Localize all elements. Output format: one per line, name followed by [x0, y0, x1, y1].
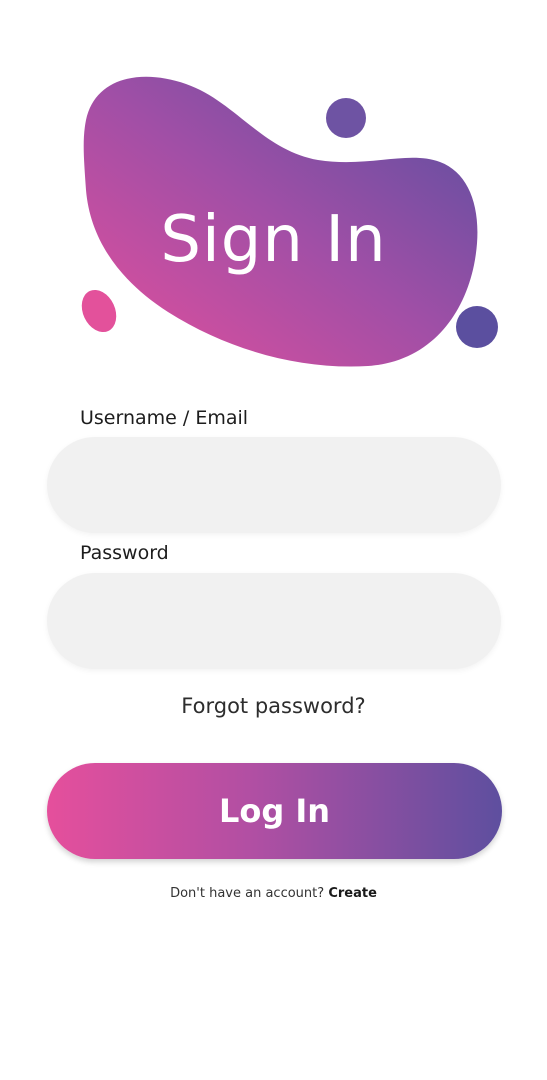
signup-prompt-text: Don't have an account?: [170, 886, 325, 901]
login-button[interactable]: Log In: [47, 763, 502, 859]
hero-header: Sign In: [0, 0, 547, 390]
password-label: Password: [80, 542, 169, 564]
password-input[interactable]: [47, 573, 501, 669]
page-title: Sign In: [160, 203, 387, 277]
forgot-password-link[interactable]: Forgot password?: [0, 694, 547, 718]
username-input[interactable]: [47, 437, 501, 533]
small-bubble-right: [456, 306, 498, 348]
decorative-blobs: [81, 76, 498, 367]
username-label: Username / Email: [80, 407, 249, 429]
small-bubble-left: [81, 289, 117, 333]
create-account-link[interactable]: Create: [328, 886, 377, 901]
small-bubble-top: [326, 98, 366, 138]
signup-prompt: Don't have an account? Create: [0, 886, 547, 901]
